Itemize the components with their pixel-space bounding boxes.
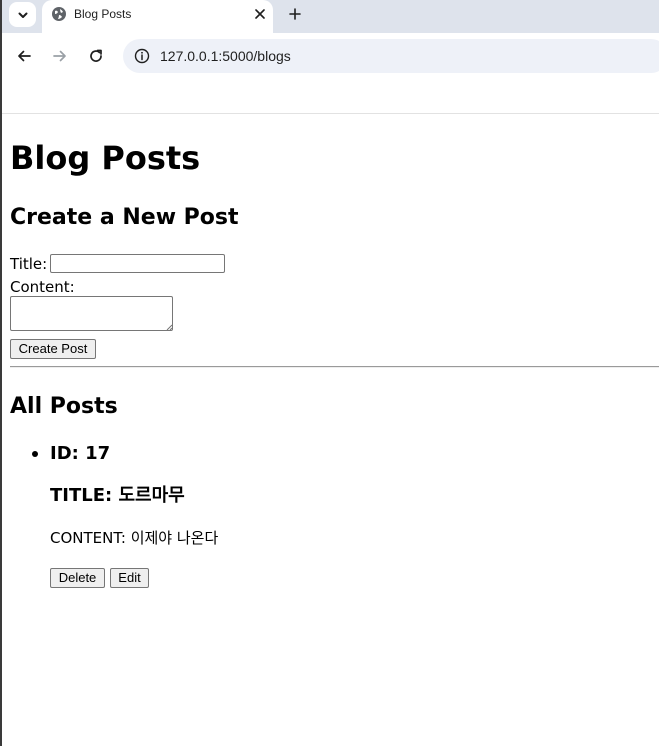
delete-post-button[interactable]: Delete	[50, 568, 105, 588]
content-label: Content:	[10, 278, 75, 296]
plus-icon	[289, 8, 301, 20]
page-title: Blog Posts	[10, 139, 201, 177]
arrow-right-icon	[53, 50, 66, 62]
reload-icon	[90, 49, 102, 62]
close-icon	[255, 9, 265, 19]
post-content: CONTENT: 이제야 나온다	[50, 529, 219, 547]
content-textarea[interactable]	[10, 296, 173, 331]
bullet-icon	[32, 451, 38, 457]
back-button[interactable]	[12, 44, 36, 68]
tab-strip: Blog Posts	[2, 0, 659, 33]
url-text[interactable]: 127.0.0.1:5000/blogs	[160, 48, 291, 64]
forward-button[interactable]	[48, 44, 72, 68]
create-post-heading: Create a New Post	[10, 205, 239, 230]
post-title: TITLE: 도르마무	[50, 485, 185, 506]
title-input[interactable]	[50, 254, 225, 273]
create-post-button[interactable]: Create Post	[10, 339, 96, 359]
tab-close-button[interactable]	[251, 5, 269, 23]
page-content: Blog Posts Create a New Post Title: Cont…	[2, 114, 659, 746]
title-label: Title:	[10, 255, 48, 273]
tab-search-button[interactable]	[9, 2, 36, 27]
section-divider	[10, 366, 659, 368]
arrow-left-icon	[18, 50, 31, 62]
resize-grip-icon[interactable]	[166, 324, 173, 331]
chevron-down-icon	[18, 12, 27, 18]
browser-toolbar: 127.0.0.1:5000/blogs	[2, 33, 659, 79]
all-posts-heading: All Posts	[10, 394, 118, 419]
new-tab-button[interactable]	[285, 4, 305, 24]
tab-title: Blog Posts	[74, 7, 132, 21]
edit-post-button[interactable]: Edit	[110, 568, 149, 588]
reload-button[interactable]	[84, 44, 108, 68]
info-icon[interactable]	[134, 48, 150, 64]
post-id: ID: 17	[50, 443, 111, 464]
globe-icon	[52, 7, 66, 21]
address-bar[interactable]: 127.0.0.1:5000/blogs	[123, 39, 659, 73]
tab-blog-posts[interactable]: Blog Posts	[42, 0, 273, 33]
